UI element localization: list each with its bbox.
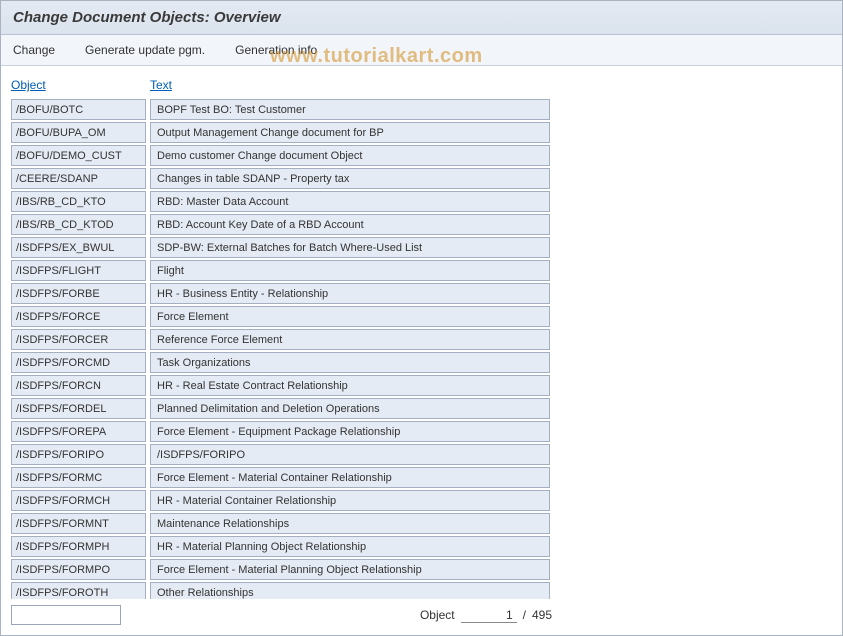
table-row: /ISDFPS/FOROTHOther Relationships	[11, 581, 832, 599]
table-row: /ISDFPS/FLIGHTFlight	[11, 259, 832, 282]
cell-object[interactable]: /ISDFPS/FORMC	[11, 467, 146, 488]
cell-object[interactable]: /ISDFPS/FORCE	[11, 306, 146, 327]
pagination-total: 495	[532, 608, 552, 622]
column-header-object[interactable]: Object	[11, 78, 146, 92]
toolbar-geninfo-button[interactable]: Generation info	[235, 43, 317, 57]
cell-object[interactable]: /ISDFPS/FORMPH	[11, 536, 146, 557]
table-row: /BOFU/BOTCBOPF Test BO: Test Customer	[11, 98, 832, 121]
table-area: Object Text /BOFU/BOTCBOPF Test BO: Test…	[1, 66, 842, 599]
cell-object[interactable]: /ISDFPS/FOREPA	[11, 421, 146, 442]
table-row: /BOFU/BUPA_OMOutput Management Change do…	[11, 121, 832, 144]
title-bar: Change Document Objects: Overview	[1, 1, 842, 35]
cell-object[interactable]: /BOFU/BOTC	[11, 99, 146, 120]
cell-object[interactable]: /IBS/RB_CD_KTOD	[11, 214, 146, 235]
table-row: /ISDFPS/EX_BWULSDP-BW: External Batches …	[11, 236, 832, 259]
column-header-text[interactable]: Text	[150, 78, 832, 92]
cell-text[interactable]: HR - Real Estate Contract Relationship	[150, 375, 550, 396]
cell-text[interactable]: HR - Material Container Relationship	[150, 490, 550, 511]
page-title: Change Document Objects: Overview	[13, 9, 830, 26]
cell-text[interactable]: Force Element	[150, 306, 550, 327]
table-row: /BOFU/DEMO_CUSTDemo customer Change docu…	[11, 144, 832, 167]
table-row: /ISDFPS/FORCERReference Force Element	[11, 328, 832, 351]
pagination-sep: /	[523, 608, 526, 622]
pagination: Object 1 / 495	[420, 608, 552, 623]
cell-object[interactable]: /ISDFPS/FORMCH	[11, 490, 146, 511]
table-row: /ISDFPS/FORCNHR - Real Estate Contract R…	[11, 374, 832, 397]
cell-text[interactable]: Force Element - Material Container Relat…	[150, 467, 550, 488]
cell-object[interactable]: /CEERE/SDANP	[11, 168, 146, 189]
cell-text[interactable]: Flight	[150, 260, 550, 281]
cell-text[interactable]: Force Element - Equipment Package Relati…	[150, 421, 550, 442]
cell-text[interactable]: BOPF Test BO: Test Customer	[150, 99, 550, 120]
cell-text[interactable]: Other Relationships	[150, 582, 550, 599]
cell-object[interactable]: /ISDFPS/FORMPO	[11, 559, 146, 580]
cell-text[interactable]: Maintenance Relationships	[150, 513, 550, 534]
table-header-row: Object Text	[11, 78, 832, 92]
pagination-current[interactable]: 1	[461, 608, 517, 623]
table-row: /ISDFPS/FOREPAForce Element - Equipment …	[11, 420, 832, 443]
cell-object[interactable]: /IBS/RB_CD_KTO	[11, 191, 146, 212]
cell-text[interactable]: Reference Force Element	[150, 329, 550, 350]
table-row: /ISDFPS/FORDELPlanned Delimitation and D…	[11, 397, 832, 420]
cell-text[interactable]: RBD: Master Data Account	[150, 191, 550, 212]
toolbar-generate-button[interactable]: Generate update pgm.	[85, 43, 205, 57]
cell-text[interactable]: HR - Business Entity - Relationship	[150, 283, 550, 304]
table-row: /ISDFPS/FORMNTMaintenance Relationships	[11, 512, 832, 535]
table-body: /BOFU/BOTCBOPF Test BO: Test Customer/BO…	[11, 98, 832, 599]
cell-object[interactable]: /BOFU/DEMO_CUST	[11, 145, 146, 166]
toolbar: Change Generate update pgm. Generation i…	[1, 35, 842, 66]
cell-object[interactable]: /ISDFPS/FORIPO	[11, 444, 146, 465]
cell-text[interactable]: Output Management Change document for BP	[150, 122, 550, 143]
table-row: /ISDFPS/FORMPOForce Element - Material P…	[11, 558, 832, 581]
position-input[interactable]	[11, 605, 121, 625]
cell-text[interactable]: Task Organizations	[150, 352, 550, 373]
cell-text[interactable]: SDP-BW: External Batches for Batch Where…	[150, 237, 550, 258]
cell-object[interactable]: /BOFU/BUPA_OM	[11, 122, 146, 143]
pagination-label: Object	[420, 608, 455, 622]
table-row: /ISDFPS/FORCEForce Element	[11, 305, 832, 328]
table-row: /CEERE/SDANPChanges in table SDANP - Pro…	[11, 167, 832, 190]
table-row: /IBS/RB_CD_KTORBD: Master Data Account	[11, 190, 832, 213]
cell-object[interactable]: /ISDFPS/FORDEL	[11, 398, 146, 419]
footer: Object 1 / 495	[1, 599, 842, 635]
table-row: /ISDFPS/FORMCForce Element - Material Co…	[11, 466, 832, 489]
cell-object[interactable]: /ISDFPS/FORCN	[11, 375, 146, 396]
toolbar-change-button[interactable]: Change	[13, 43, 55, 57]
cell-object[interactable]: /ISDFPS/FOROTH	[11, 582, 146, 599]
cell-object[interactable]: /ISDFPS/FLIGHT	[11, 260, 146, 281]
cell-text[interactable]: Changes in table SDANP - Property tax	[150, 168, 550, 189]
cell-object[interactable]: /ISDFPS/FORMNT	[11, 513, 146, 534]
cell-text[interactable]: /ISDFPS/FORIPO	[150, 444, 550, 465]
cell-text[interactable]: Demo customer Change document Object	[150, 145, 550, 166]
cell-text[interactable]: RBD: Account Key Date of a RBD Account	[150, 214, 550, 235]
cell-object[interactable]: /ISDFPS/EX_BWUL	[11, 237, 146, 258]
table-row: /ISDFPS/FORMPHHR - Material Planning Obj…	[11, 535, 832, 558]
cell-text[interactable]: HR - Material Planning Object Relationsh…	[150, 536, 550, 557]
table-row: /ISDFPS/FORIPO/ISDFPS/FORIPO	[11, 443, 832, 466]
cell-object[interactable]: /ISDFPS/FORCMD	[11, 352, 146, 373]
cell-text[interactable]: Force Element - Material Planning Object…	[150, 559, 550, 580]
cell-object[interactable]: /ISDFPS/FORBE	[11, 283, 146, 304]
cell-text[interactable]: Planned Delimitation and Deletion Operat…	[150, 398, 550, 419]
table-row: /IBS/RB_CD_KTODRBD: Account Key Date of …	[11, 213, 832, 236]
table-row: /ISDFPS/FORMCHHR - Material Container Re…	[11, 489, 832, 512]
cell-object[interactable]: /ISDFPS/FORCER	[11, 329, 146, 350]
table-row: /ISDFPS/FORCMDTask Organizations	[11, 351, 832, 374]
table-row: /ISDFPS/FORBEHR - Business Entity - Rela…	[11, 282, 832, 305]
